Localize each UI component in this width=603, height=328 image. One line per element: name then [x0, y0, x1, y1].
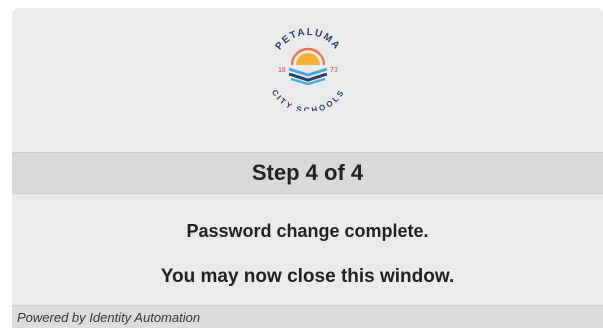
password-reset-panel: PETALUMA CITY SCHOOLS 18 73 Step 4 of 4 …: [12, 8, 603, 328]
petaluma-city-schools-logo: PETALUMA CITY SCHOOLS 18 73: [270, 27, 346, 111]
step-title: Step 4 of 4: [251, 160, 364, 185]
close-window-message: You may now close this window.: [160, 266, 455, 287]
logo-year-left: 18: [278, 67, 286, 74]
logo-year-right: 73: [330, 67, 338, 74]
step-indicator-bar: Step 4 of 4: [12, 152, 603, 194]
sunrise-emblem-icon: [288, 47, 328, 86]
completion-message: Password change complete.: [186, 221, 429, 241]
powered-by-text: Powered by Identity Automation: [17, 310, 201, 325]
footer-bar: Powered by Identity Automation: [12, 305, 603, 328]
svg-text:CITY SCHOOLS: CITY SCHOOLS: [270, 88, 346, 111]
logo-area: PETALUMA CITY SCHOOLS 18 73: [12, 8, 603, 152]
logo-bottom-text: CITY SCHOOLS: [270, 88, 345, 111]
